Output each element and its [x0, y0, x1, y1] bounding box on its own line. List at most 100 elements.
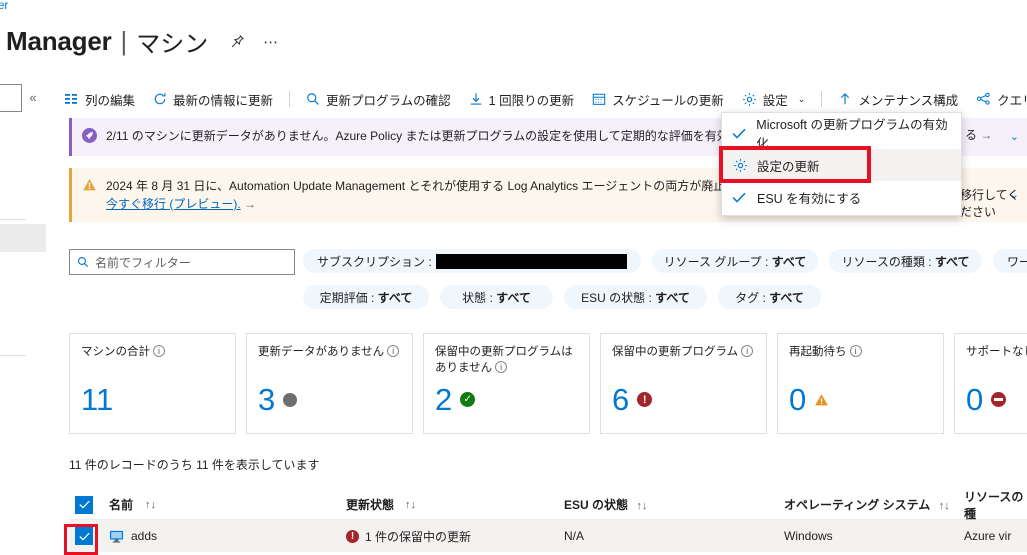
banner-arrow-icon: → [244, 197, 257, 211]
toolbar-edit-columns-button[interactable]: 列の編集 [56, 85, 144, 113]
table-row[interactable]: adds ! 1 件の保留中の更新 N/A Windows Azure vir [69, 520, 1027, 552]
card-pending-reboot-value-row: 0 [789, 384, 829, 415]
column-header-name[interactable]: 名前 ↑↓ [109, 496, 346, 513]
filter-pill-workspace[interactable]: ワー [993, 249, 1027, 273]
card-no-pending-updates[interactable]: 保留中の更新プログラムは ありません i 2 ✓ [423, 333, 590, 434]
column-header-os[interactable]: オペレーティング システム ↑↓ [784, 496, 964, 513]
toolbar-schedule-update-button[interactable]: スケジュールの更新 [583, 85, 733, 113]
settings-dropdown-menu[interactable]: Microsoft の更新プログラムの有効化 設定の更新 ESU を有効にする [721, 112, 962, 216]
check-icon [732, 128, 747, 139]
red-error-status-icon: ! [637, 392, 653, 407]
menu-item-update-settings-label: 設定の更新 [757, 159, 820, 174]
toolbar-settings-button[interactable]: 設定 ⌄ [733, 85, 815, 113]
search-input[interactable]: 名前でフィルター [69, 249, 295, 275]
banner-migrate-link[interactable]: 今すぐ移行 (プレビュー). [106, 197, 241, 211]
card-no-pending-updates-title-row: 保留中の更新プログラムは ありません i [435, 344, 578, 376]
more-ellipsis-icon[interactable]: ⋯ [263, 33, 279, 51]
gear-icon [742, 92, 757, 107]
sidebar-collapse-button[interactable]: « [23, 88, 43, 108]
info-icon[interactable]: i [153, 345, 165, 357]
info-icon[interactable]: i [849, 345, 862, 357]
card-unsupported[interactable]: サポートなしi 0 [954, 333, 1027, 434]
card-unsupported-title-row: サポートなしi [966, 344, 1027, 360]
card-pending-updates[interactable]: 保留中の更新プログラム i 6 ! [600, 333, 767, 434]
card-no-update-data-value-row: 3 [258, 384, 298, 415]
menu-item-enable-esu-label: ESU を有効にする [757, 191, 862, 206]
card-pending-updates-title-row: 保留中の更新プログラム i [612, 344, 755, 360]
filter-pill-tag-value: すべて [769, 290, 804, 305]
filter-pill-esu-status[interactable]: ESU の状態 : すべて [564, 285, 707, 309]
sort-icon[interactable]: ↑↓ [939, 500, 950, 512]
breadcrumb[interactable]: er [0, 0, 8, 12]
rail-divider-top [0, 219, 26, 220]
column-header-resource-type[interactable]: リソースの種 [964, 488, 1027, 522]
select-all-checkbox[interactable] [69, 495, 109, 514]
sort-icon[interactable]: ↑↓ [145, 499, 156, 511]
pin-icon[interactable] [230, 34, 245, 49]
card-total-machines-title: マシンの合計 [81, 346, 150, 358]
filter-pill-tag[interactable]: タグ : すべて [718, 285, 821, 309]
card-pending-updates-value: 6 [612, 382, 630, 417]
menu-item-update-settings[interactable]: 設定の更新 [722, 149, 961, 181]
row-select-checkbox[interactable] [69, 527, 109, 545]
toolbar-maintenance-config-button[interactable]: メンテナンス構成 [829, 85, 967, 113]
page-title-row: Manager | マシン ⋯ [6, 24, 279, 59]
banner-tail-arrow-icon: → [980, 128, 993, 142]
card-no-update-data-title: 更新データがありません [258, 346, 385, 358]
download-icon [469, 92, 483, 106]
sort-icon[interactable]: ↑↓ [405, 499, 416, 511]
filter-pill-resource-group-label: リソース グループ : [663, 254, 769, 269]
card-no-pending-updates-value-row: 2 ✓ [435, 384, 476, 415]
filter-pill-status-value: すべて [496, 290, 531, 305]
card-no-update-data-title-row: 更新データがありません i [258, 344, 401, 360]
toolbar-divider-1 [289, 91, 291, 107]
toolbar-one-time-update-button[interactable]: 1 回限りの更新 [460, 85, 583, 113]
card-pending-reboot-value: 0 [789, 382, 807, 417]
filter-pill-subscription[interactable]: サブスクリプション : [303, 249, 641, 273]
search-input-placeholder: 名前でフィルター [95, 255, 191, 270]
column-header-esu-status[interactable]: ESU の状態 ↑↓ [564, 496, 784, 513]
query-icon [976, 92, 991, 106]
toolbar-check-updates-button[interactable]: 更新プログラムの確認 [297, 85, 460, 113]
toolbar-check-updates-label: 更新プログラムの確認 [326, 93, 451, 108]
toolbar-open-query-label: クエリを開 [997, 93, 1027, 108]
grey-dot-status-icon [283, 392, 298, 407]
refresh-icon [153, 92, 167, 106]
arrow-up-icon [838, 92, 852, 106]
title-separator: | [120, 26, 128, 56]
card-pending-reboot[interactable]: 再起動待ち i 0 [777, 333, 944, 434]
filter-pill-status[interactable]: 状態 : すべて [440, 285, 553, 309]
menu-item-enable-microsoft-update[interactable]: Microsoft の更新プログラムの有効化 [722, 117, 961, 151]
filter-pill-resource-group[interactable]: リソース グループ : すべて [652, 249, 818, 273]
banner-chevron-down-icon[interactable]: ⌄ [1010, 128, 1019, 146]
info-icon[interactable]: i [387, 345, 400, 357]
card-no-update-data[interactable]: 更新データがありません i 3 [246, 333, 413, 434]
card-pending-reboot-title: 再起動待ち [789, 346, 847, 358]
checkbox-checked-icon[interactable] [75, 527, 93, 545]
checkbox-checked-icon[interactable] [75, 495, 93, 514]
filter-pill-tag-label: タグ : [735, 290, 766, 305]
toolbar-refresh-label: 最新の情報に更新 [173, 93, 274, 108]
filter-pill-periodic-assessment[interactable]: 定期評価 : すべて [303, 285, 429, 309]
sort-icon[interactable]: ↑↓ [636, 500, 647, 512]
filter-pill-resource-type[interactable]: リソースの種類 : すべて [829, 249, 982, 273]
toolbar-open-query-button[interactable]: クエリを開 [967, 85, 1027, 113]
row-update-status-cell: ! 1 件の保留中の更新 [346, 528, 564, 545]
rail-selected-item[interactable] [0, 224, 46, 252]
filter-pill-periodic-assessment-value: すべて [377, 290, 413, 305]
info-icon[interactable]: i [495, 361, 508, 373]
info-icon[interactable]: i [741, 345, 754, 357]
banner-update-data-missing-tail: る → [965, 126, 992, 143]
card-unsupported-title: サポートなし [966, 346, 1027, 358]
page-subtitle: マシン [136, 31, 209, 58]
menu-item-enable-esu[interactable]: ESU を有効にする [722, 181, 961, 213]
banner-update-data-missing-text: 2/11 のマシンに更新データがありません。Azure Policy または更新… [106, 129, 800, 143]
banner-tail-text: る [965, 128, 978, 142]
card-total-machines[interactable]: マシンの合計 i 11 [69, 333, 236, 434]
chevron-down-icon[interactable]: ⌄ [798, 94, 806, 105]
toolbar-refresh-button[interactable]: 最新の情報に更新 [144, 85, 282, 113]
row-name-cell[interactable]: adds [109, 529, 346, 544]
page-title: Manager [6, 26, 112, 56]
column-header-update-status[interactable]: 更新状態 ↑↓ [346, 496, 564, 513]
rail-divider-bottom [0, 355, 26, 356]
